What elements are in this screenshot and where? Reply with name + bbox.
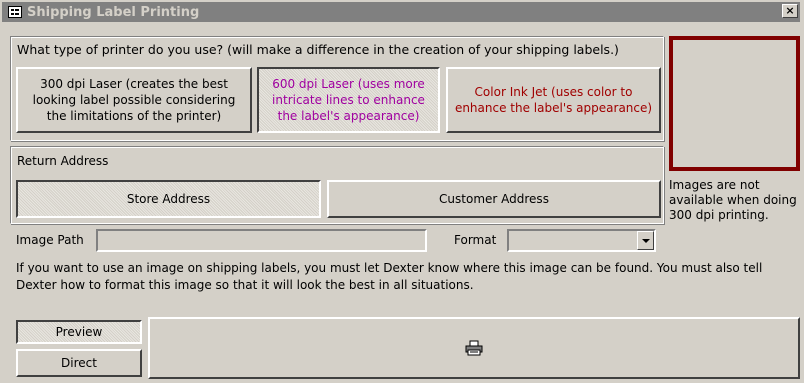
image-preview-box — [669, 36, 800, 171]
printer-icon — [465, 340, 483, 356]
window-title: Shipping Label Printing — [27, 4, 200, 20]
close-button[interactable]: × — [782, 4, 798, 18]
shipping-label-window: Shipping Label Printing × What type of p… — [0, 0, 804, 383]
customer-address-button[interactable]: Customer Address — [327, 180, 661, 218]
printer-600dpi-button[interactable]: 600 dpi Laser (uses more intricate lines… — [257, 67, 440, 133]
image-path-label: Image Path — [16, 233, 84, 247]
chevron-down-icon[interactable] — [637, 231, 654, 250]
format-label: Format — [454, 233, 497, 247]
store-address-button[interactable]: Store Address — [16, 180, 321, 218]
direct-button[interactable]: Direct — [16, 349, 142, 377]
print-button[interactable] — [148, 317, 800, 379]
preview-button[interactable]: Preview — [16, 320, 142, 344]
printer-colorinkjet-button[interactable]: Color Ink Jet (uses color to enhance the… — [446, 67, 661, 133]
printer-300dpi-button[interactable]: 300 dpi Laser (creates the best looking … — [16, 67, 252, 133]
image-help-text: If you want to use an image on shipping … — [16, 261, 763, 292]
image-path-input[interactable] — [96, 229, 427, 252]
title-bar: Shipping Label Printing × — [2, 2, 800, 22]
printer-question: What type of printer do you use? (will m… — [17, 42, 619, 57]
format-dropdown[interactable] — [507, 229, 656, 252]
form-icon — [8, 6, 22, 18]
return-address-heading: Return Address — [17, 154, 109, 168]
image-note: Images are not available when doing 300 … — [669, 178, 797, 222]
